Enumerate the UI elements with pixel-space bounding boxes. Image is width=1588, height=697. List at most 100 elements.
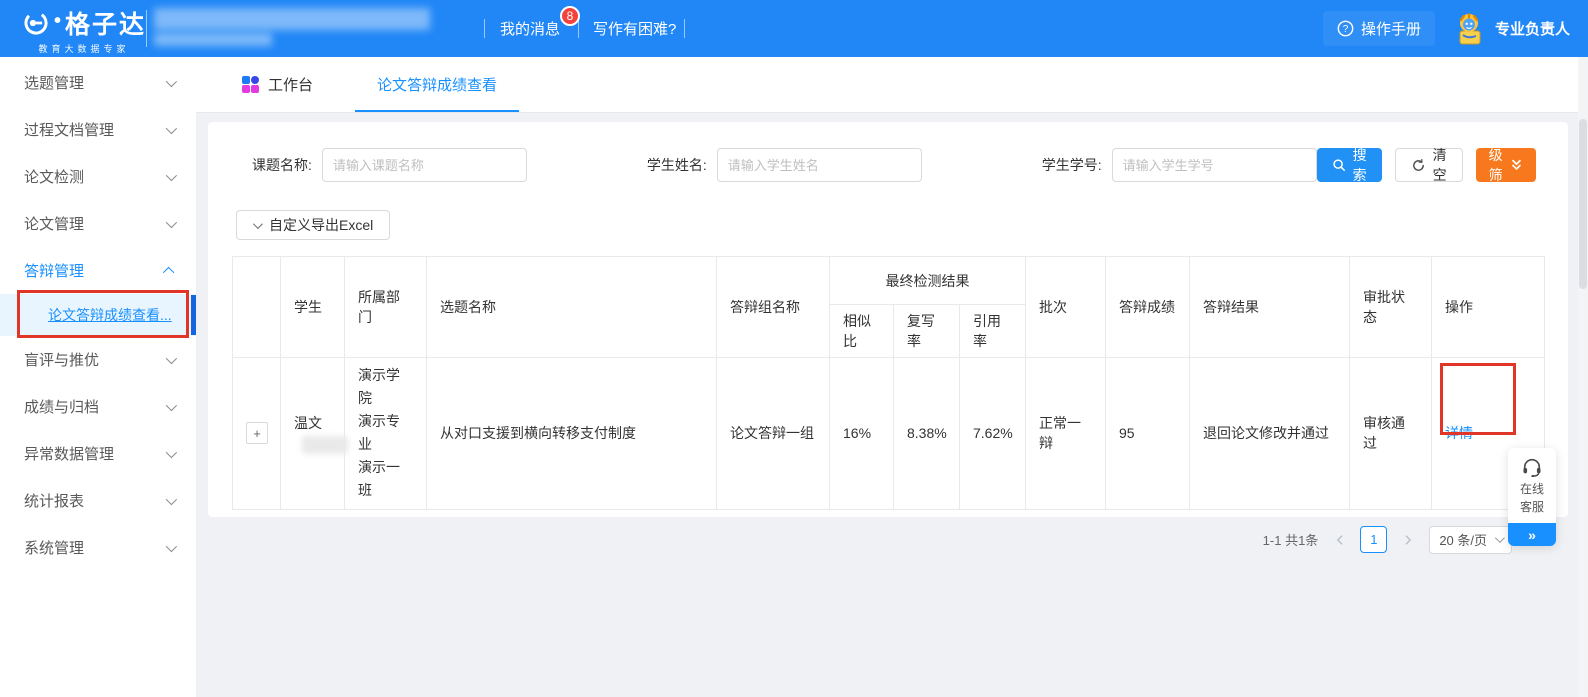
top-header-bar: • 格子达 教育大数据专家 我的消息 8 写作有困难? ? 操作手册 [0, 0, 1588, 57]
sidebar-subitem-label: 论文答辩成绩查看... [48, 305, 172, 325]
export-excel-button[interactable]: 自定义导出Excel [236, 210, 390, 240]
detail-link[interactable]: 详情 [1445, 425, 1473, 441]
tab-bar: 工作台 论文答辩成绩查看 [196, 57, 1588, 113]
main-area: 工作台 论文答辩成绩查看 课题名称: 学生姓名: 学生学号: [196, 57, 1588, 697]
user-account[interactable]: 专业负责人 [1451, 11, 1570, 47]
col-final-check-result: 最终检测结果 [830, 257, 1026, 305]
advanced-filter-button[interactable]: 高级筛选 [1476, 148, 1536, 182]
next-page-button[interactable] [1397, 527, 1419, 553]
sidebar-item-label: 系统管理 [24, 537, 84, 558]
student-name-label: 学生姓名: [647, 155, 707, 175]
col-topic: 选题名称 [427, 257, 717, 358]
topic-name-label: 课题名称: [252, 155, 312, 175]
cell-expand: + [233, 358, 281, 510]
sidebar-item-statistics[interactable]: 统计报表 [0, 477, 196, 524]
page-number-button[interactable]: 1 [1360, 526, 1387, 553]
service-label-line2: 客服 [1520, 498, 1544, 516]
sidebar-item-score-archive[interactable]: 成绩与归档 [0, 383, 196, 430]
col-similarity: 相似比 [830, 305, 894, 358]
service-label-line1: 在线 [1520, 480, 1544, 498]
role-label: 专业负责人 [1495, 18, 1570, 39]
my-messages-link[interactable]: 我的消息 8 [500, 0, 560, 57]
censored-student-id [302, 436, 348, 454]
sidebar-item-system-management[interactable]: 系统管理 [0, 524, 196, 571]
censored-account-block [154, 8, 430, 30]
col-copy-rate: 复写率 [894, 305, 960, 358]
cell-batch: 正常一辩 [1026, 358, 1106, 510]
chevron-down-icon [166, 216, 177, 227]
sidebar-item-label: 统计报表 [24, 490, 84, 511]
department-college: 演示学院 [358, 364, 413, 410]
col-student: 学生 [281, 257, 345, 358]
writing-help-label: 写作有困难? [593, 18, 676, 39]
student-name-input[interactable] [717, 148, 922, 182]
cell-quote-rate: 7.62% [960, 358, 1026, 510]
clear-button[interactable]: 清空 [1395, 148, 1463, 182]
header-divider [146, 10, 147, 47]
cell-defense-result: 退回论文修改并通过 [1190, 358, 1350, 510]
col-defense-score: 答辩成绩 [1106, 257, 1190, 358]
chevron-down-icon [166, 122, 177, 133]
student-id-field: 学生学号: [1042, 148, 1317, 182]
chevron-down-icon [166, 446, 177, 457]
sidebar-item-paper-management[interactable]: 论文管理 [0, 200, 196, 247]
sidebar-item-label: 异常数据管理 [24, 443, 114, 464]
tab-defense-score-view[interactable]: 论文答辩成绩查看 [355, 57, 519, 112]
topic-name-field: 课题名称: [252, 148, 527, 182]
header-divider [578, 19, 579, 38]
results-table: 学生 所属部门 选题名称 答辩组名称 最终检测结果 批次 答辩成绩 答辩结果 审… [232, 256, 1545, 510]
manual-button[interactable]: ? 操作手册 [1323, 11, 1435, 46]
advanced-filter-label: 高级筛选 [1489, 125, 1503, 205]
headset-icon [1521, 457, 1543, 477]
sidebar-item-defense-management[interactable]: 答辩管理 [0, 247, 196, 294]
prev-page-button[interactable] [1328, 527, 1350, 553]
export-excel-label: 自定义导出Excel [269, 215, 373, 235]
sidebar-item-label: 选题管理 [24, 72, 84, 93]
tab-workbench[interactable]: 工作台 [240, 57, 315, 112]
header-divider [684, 19, 685, 38]
page-scrollbar-track [1578, 57, 1588, 697]
tab-active-label: 论文答辩成绩查看 [377, 74, 497, 95]
search-button-label: 搜索 [1353, 145, 1367, 185]
chevron-up-icon [163, 266, 174, 277]
manual-label: 操作手册 [1361, 18, 1421, 39]
search-button[interactable]: 搜索 [1317, 148, 1382, 182]
sidebar-item-abnormal-data[interactable]: 异常数据管理 [0, 430, 196, 477]
sidebar-item-blind-review[interactable]: 盲评与推优 [0, 336, 196, 383]
double-chevron-down-icon [1510, 158, 1523, 172]
col-department: 所属部门 [345, 257, 427, 358]
chevron-down-icon [166, 399, 177, 410]
chevron-down-icon [166, 540, 177, 551]
cell-defense-group: 论文答辩一组 [717, 358, 830, 510]
page-size-value: 20 条/页 [1439, 530, 1487, 549]
department-major: 演示专业 [358, 410, 413, 456]
cell-approval-status: 审核通过 [1350, 358, 1432, 510]
pagination: 1-1 共1条 1 20 条/页 [208, 526, 1568, 554]
row-expand-button[interactable]: + [246, 422, 268, 444]
cell-student: 温文 [281, 358, 345, 510]
writing-help-link[interactable]: 写作有困难? [593, 0, 676, 57]
topic-name-input[interactable] [322, 148, 527, 182]
cell-defense-score: 95 [1106, 358, 1190, 510]
student-id-label: 学生学号: [1042, 155, 1102, 175]
page-scrollbar-thumb[interactable] [1579, 119, 1587, 289]
active-item-indicator [191, 295, 196, 335]
sidebar-subitem-defense-score-view[interactable]: 论文答辩成绩查看... [0, 294, 196, 336]
sidebar-item-label: 成绩与归档 [24, 396, 99, 417]
page-size-select[interactable]: 20 条/页 [1429, 526, 1512, 554]
table-row: + 温文 演示学院 演示专业 演示一班 [233, 358, 1545, 510]
chevron-down-icon [166, 493, 177, 504]
sidebar-item-paper-check[interactable]: 论文检测 [0, 153, 196, 200]
sidebar-item-topic-management[interactable]: 选题管理 [0, 59, 196, 106]
student-id-input[interactable] [1112, 148, 1317, 182]
sidebar-item-label: 答辩管理 [24, 260, 84, 281]
content-background: 课题名称: 学生姓名: 学生学号: [196, 113, 1588, 697]
cell-topic: 从对口支援到横向转移支付制度 [427, 358, 717, 510]
sidebar-item-process-docs[interactable]: 过程文档管理 [0, 106, 196, 153]
col-expand [233, 257, 281, 358]
service-expand-button[interactable]: » [1508, 523, 1556, 546]
online-service-widget[interactable]: 在线 客服 » [1508, 448, 1556, 546]
chevron-down-icon [166, 169, 177, 180]
brand-logo[interactable]: • 格子达 教育大数据专家 [22, 5, 146, 55]
brand-name: 格子达 [65, 5, 146, 41]
